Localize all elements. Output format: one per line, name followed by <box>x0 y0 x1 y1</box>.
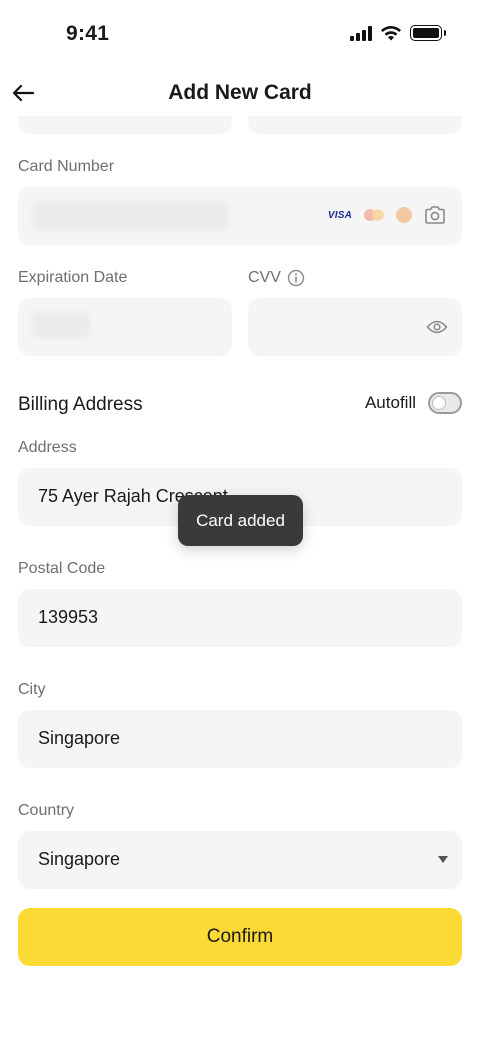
country-value: Singapore <box>38 849 121 869</box>
mastercard-icon <box>364 209 384 221</box>
city-field[interactable]: Singapore <box>18 710 462 768</box>
postal-code-label: Postal Code <box>18 560 106 577</box>
card-number-masked-value <box>32 201 228 231</box>
country-label: Country <box>18 802 75 819</box>
card-network-icon <box>396 207 412 223</box>
cvv-field[interactable] <box>248 298 462 356</box>
cellular-signal-icon <box>350 25 372 41</box>
city-label: City <box>18 681 46 698</box>
wifi-icon <box>381 26 401 41</box>
visa-icon: VISA <box>327 209 352 221</box>
header: Add New Card <box>0 70 480 116</box>
postal-code-field[interactable]: 139953 <box>18 589 462 647</box>
cardholder-first-field[interactable] <box>18 116 232 134</box>
autofill-toggle[interactable] <box>428 392 462 414</box>
caret-down-icon <box>438 856 448 863</box>
status-bar: 9:41 <box>0 0 480 70</box>
cardholder-last-field[interactable] <box>248 116 462 134</box>
status-time: 9:41 <box>66 22 110 45</box>
status-icons <box>350 25 446 41</box>
battery-icon <box>410 25 446 41</box>
city-value: Singapore <box>38 728 121 748</box>
camera-icon[interactable] <box>424 205 446 225</box>
expiration-date-label: Expiration Date <box>18 269 128 286</box>
cvv-label: CVV <box>248 269 305 287</box>
postal-code-value: 139953 <box>38 607 99 627</box>
info-icon[interactable] <box>287 269 305 287</box>
confirm-button[interactable]: Confirm <box>18 908 462 966</box>
eye-icon[interactable] <box>426 319 448 335</box>
address-label: Address <box>18 439 77 456</box>
autofill-label: Autofill <box>364 393 416 412</box>
page-title: Add New Card <box>168 81 312 104</box>
card-number-label: Card Number <box>18 158 115 175</box>
card-brand-icons: VISA <box>328 205 446 225</box>
cvv-label-text: CVV <box>248 269 281 286</box>
country-select[interactable]: Singapore <box>18 831 462 889</box>
toast-notification: Card added <box>178 495 303 546</box>
billing-address-title: Billing Address <box>18 394 143 415</box>
toggle-knob <box>432 396 446 410</box>
expiration-masked-value <box>32 312 90 338</box>
autofill-control: Autofill <box>365 392 462 414</box>
expiration-date-field[interactable] <box>18 298 232 356</box>
card-number-field[interactable]: VISA <box>18 187 462 245</box>
